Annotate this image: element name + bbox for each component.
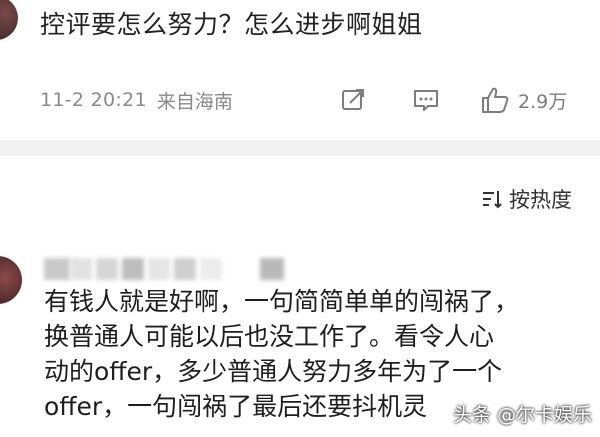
comment-line: 有钱人就是好啊，一句简简单单的闯祸了， xyxy=(44,287,520,316)
comment-line: 动的offer，多少普通人努力多年为了一个 xyxy=(44,357,503,386)
share-icon xyxy=(342,89,364,110)
like-button[interactable]: 2.9万 xyxy=(480,86,567,114)
share-button[interactable] xyxy=(340,87,366,113)
comment-location: 来自海南 xyxy=(156,90,233,113)
avatar[interactable] xyxy=(0,256,22,304)
avatar[interactable] xyxy=(0,0,18,40)
comment-meta-row: 11-2 20:21 来自海南 2.9万 xyxy=(40,84,580,116)
watermark: 头条 @尔卡娱乐 xyxy=(452,404,592,426)
username-blurred[interactable] xyxy=(44,258,294,280)
section-divider xyxy=(0,140,600,156)
comment-icon xyxy=(414,90,438,111)
sort-label: 按热度 xyxy=(509,188,572,212)
comment-text: 控评要怎么努力？怎么进步啊姐姐 xyxy=(40,10,423,39)
comment-line: 换普通人可能以后也没工作了。看令人心 xyxy=(44,322,495,351)
comment-time: 11-2 20:21 xyxy=(40,89,147,111)
sort-toggle[interactable]: 按热度 xyxy=(481,184,572,214)
like-count: 2.9万 xyxy=(518,90,568,113)
thumbs-up-icon xyxy=(482,87,509,113)
comment-button[interactable] xyxy=(412,87,440,113)
sort-icon xyxy=(483,191,502,209)
